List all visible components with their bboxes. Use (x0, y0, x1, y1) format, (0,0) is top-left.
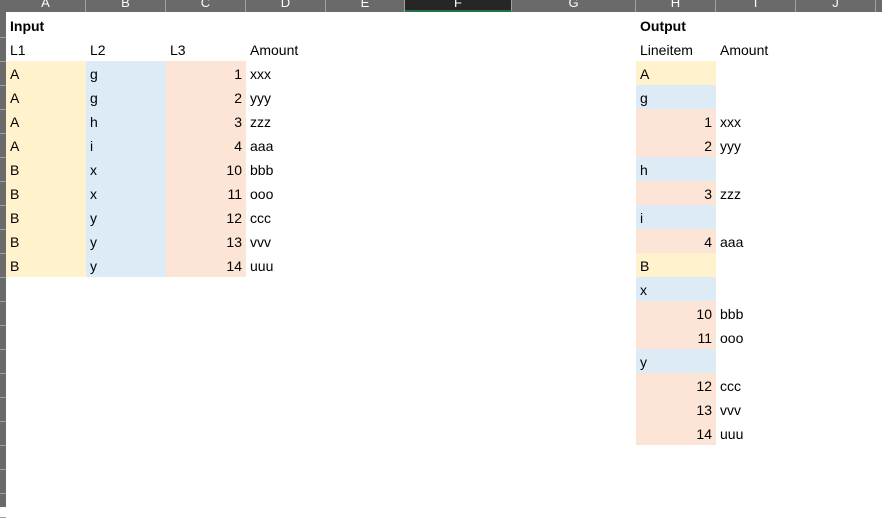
column-header-g[interactable]: G (512, 0, 636, 12)
column-header-e[interactable]: E (326, 0, 405, 12)
output-lineitem[interactable]: 3 (636, 181, 716, 205)
input-cell[interactable]: 14 (166, 253, 246, 277)
column-header-d[interactable]: D (246, 0, 326, 12)
input-cell[interactable]: x (86, 181, 166, 205)
input-cell[interactable]: ooo (246, 181, 326, 205)
input-cell[interactable]: A (6, 109, 86, 133)
output-amount[interactable]: ccc (716, 373, 796, 397)
output-lineitem[interactable]: A (636, 61, 716, 85)
input-cell[interactable]: g (86, 61, 166, 85)
output-lineitem[interactable]: 11 (636, 325, 716, 349)
input-cell[interactable]: 2 (166, 85, 246, 109)
input-header[interactable]: Amount (246, 37, 326, 61)
input-cell[interactable]: B (6, 157, 86, 181)
row-divider (0, 421, 6, 422)
input-cell[interactable]: 3 (166, 109, 246, 133)
input-cell[interactable]: bbb (246, 157, 326, 181)
column-headers: ABCDEFGHIJ (0, 0, 882, 12)
output-amount[interactable]: ooo (716, 325, 796, 349)
output-lineitem[interactable]: g (636, 85, 716, 109)
output-header[interactable]: Lineitem (636, 37, 716, 61)
input-cell[interactable]: xxx (246, 61, 326, 85)
input-cell[interactable]: A (6, 133, 86, 157)
input-cell[interactable]: y (86, 229, 166, 253)
row-divider (0, 493, 6, 494)
input-cell[interactable]: 11 (166, 181, 246, 205)
input-cell[interactable]: 10 (166, 157, 246, 181)
input-cell[interactable]: 1 (166, 61, 246, 85)
output-lineitem[interactable]: 14 (636, 421, 716, 445)
output-amount[interactable]: uuu (716, 421, 796, 445)
input-title[interactable]: Input (6, 13, 86, 37)
input-cell[interactable]: y (86, 253, 166, 277)
input-header[interactable]: L3 (166, 37, 246, 61)
output-lineitem[interactable]: 10 (636, 301, 716, 325)
input-cell[interactable]: x (86, 157, 166, 181)
input-cell[interactable]: B (6, 205, 86, 229)
input-cell[interactable]: ccc (246, 205, 326, 229)
output-amount[interactable]: bbb (716, 301, 796, 325)
output-lineitem[interactable]: y (636, 349, 716, 373)
row-divider (0, 277, 6, 278)
input-cell[interactable]: B (6, 253, 86, 277)
row-divider (0, 349, 6, 350)
column-header-a[interactable]: A (6, 0, 86, 12)
output-amount[interactable]: yyy (716, 133, 796, 157)
input-cell[interactable]: B (6, 181, 86, 205)
input-cell[interactable]: i (86, 133, 166, 157)
input-cell[interactable]: uuu (246, 253, 326, 277)
output-amount[interactable]: aaa (716, 229, 796, 253)
input-cell[interactable]: zzz (246, 109, 326, 133)
row-divider (0, 469, 6, 470)
input-cell[interactable]: y (86, 205, 166, 229)
output-lineitem[interactable]: 2 (636, 133, 716, 157)
column-header-b[interactable]: B (86, 0, 166, 12)
output-header[interactable]: Amount (716, 37, 796, 61)
input-cell[interactable]: g (86, 85, 166, 109)
input-header[interactable]: L1 (6, 37, 86, 61)
output-lineitem[interactable]: h (636, 157, 716, 181)
input-cell[interactable]: yyy (246, 85, 326, 109)
output-title[interactable]: Output (636, 13, 716, 37)
input-cell[interactable]: 4 (166, 133, 246, 157)
input-cell[interactable]: A (6, 85, 86, 109)
output-amount[interactable]: zzz (716, 181, 796, 205)
output-lineitem[interactable]: x (636, 277, 716, 301)
output-lineitem[interactable]: i (636, 205, 716, 229)
input-cell[interactable]: 12 (166, 205, 246, 229)
input-cell[interactable]: h (86, 109, 166, 133)
output-lineitem[interactable]: 13 (636, 397, 716, 421)
row-divider (0, 325, 6, 326)
row-divider (0, 301, 6, 302)
input-header[interactable]: L2 (86, 37, 166, 61)
output-lineitem[interactable]: 12 (636, 373, 716, 397)
input-cell[interactable]: aaa (246, 133, 326, 157)
row-divider (0, 445, 6, 446)
output-lineitem[interactable]: 1 (636, 109, 716, 133)
output-amount[interactable]: xxx (716, 109, 796, 133)
column-header-i[interactable]: I (716, 0, 796, 12)
input-cell[interactable]: 13 (166, 229, 246, 253)
column-header-j[interactable]: J (796, 0, 876, 12)
input-cell[interactable]: B (6, 229, 86, 253)
output-amount[interactable]: vvv (716, 397, 796, 421)
output-lineitem[interactable]: 4 (636, 229, 716, 253)
column-header-c[interactable]: C (166, 0, 246, 12)
input-cell[interactable]: vvv (246, 229, 326, 253)
row-divider (0, 373, 6, 374)
output-lineitem[interactable]: B (636, 253, 716, 277)
column-header-h[interactable]: H (636, 0, 716, 12)
row-divider (0, 397, 6, 398)
column-header-f[interactable]: F (405, 0, 512, 12)
input-cell[interactable]: A (6, 61, 86, 85)
